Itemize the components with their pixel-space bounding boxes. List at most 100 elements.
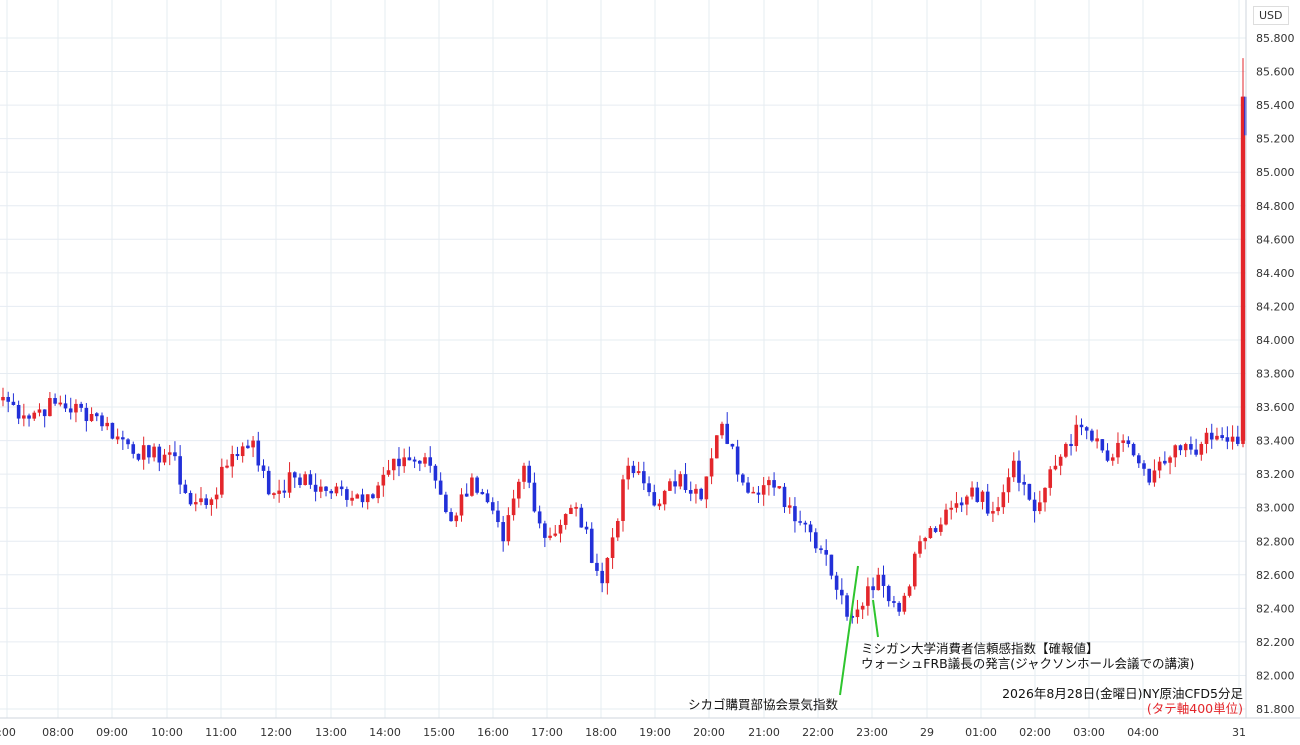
candle-body xyxy=(808,524,813,533)
candle-body xyxy=(141,445,146,460)
candle-body xyxy=(74,403,78,413)
candle-body xyxy=(714,435,719,459)
candle-body xyxy=(1173,445,1178,458)
y-tick-label: 81.800 xyxy=(1256,703,1295,716)
candle-body xyxy=(1074,424,1079,447)
annotation-michigan: ミシガン大学消費者信頼感指数【確報値】 xyxy=(861,641,1099,656)
candle-body xyxy=(1095,438,1099,442)
candle-body xyxy=(704,476,709,500)
y-tick-label: 85.600 xyxy=(1256,66,1295,79)
candle-body xyxy=(1043,487,1047,503)
candle-body xyxy=(1053,465,1058,470)
candle-body xyxy=(767,480,771,486)
candle-body xyxy=(824,550,828,555)
candle-body xyxy=(516,481,521,499)
candle-body xyxy=(699,488,703,500)
candle-body xyxy=(787,505,792,508)
candle-body xyxy=(595,562,599,571)
candle-body xyxy=(996,507,1000,512)
candle-body xyxy=(152,446,156,458)
y-tick-label: 83.400 xyxy=(1256,435,1295,448)
candle-body xyxy=(1199,443,1204,455)
candle-body xyxy=(855,609,860,618)
spike-candle-body xyxy=(1240,96,1246,441)
candle-body xyxy=(433,465,438,481)
candle-body xyxy=(1084,427,1089,431)
candle-body xyxy=(266,470,271,495)
candle-body xyxy=(407,457,412,461)
candle-body xyxy=(126,439,130,445)
candle-body xyxy=(1048,469,1053,488)
candle-body xyxy=(11,401,16,405)
candle-body xyxy=(730,443,735,447)
candle-body xyxy=(652,492,657,506)
candle-body xyxy=(803,522,808,525)
candle-body xyxy=(777,486,782,489)
candle-body xyxy=(991,511,995,514)
candle-body xyxy=(709,458,714,477)
x-tick-label: 17:00 xyxy=(531,726,563,739)
candle-body xyxy=(339,486,344,490)
x-axis: :00 08:00 09:00 10:00 11:00 12:00 13:00 14:00 15… xyxy=(0,717,1300,739)
candle-body xyxy=(610,537,615,558)
y-tick-label: 84.600 xyxy=(1256,233,1295,246)
candle-body xyxy=(511,498,516,516)
y-tick-label: 83.600 xyxy=(1256,401,1295,414)
candle-body xyxy=(1235,436,1240,444)
candle-body xyxy=(136,453,141,460)
candle-body xyxy=(235,454,240,457)
candle-body xyxy=(1069,443,1073,447)
candle-body xyxy=(438,480,443,495)
candle-body xyxy=(537,511,542,524)
candle-body xyxy=(459,494,464,516)
candle-body xyxy=(27,415,31,419)
candle-body xyxy=(933,528,938,532)
candle-body xyxy=(308,474,313,485)
candle-body xyxy=(970,487,974,497)
candle-body xyxy=(1131,443,1136,456)
candle-body xyxy=(866,586,870,606)
candle-body xyxy=(1209,432,1214,440)
candle-body xyxy=(1100,439,1105,451)
candle-body xyxy=(1116,442,1120,458)
candle-body xyxy=(345,489,349,500)
candle-body xyxy=(1079,424,1084,428)
candle-body xyxy=(183,484,188,493)
y-tick-label: 85.200 xyxy=(1256,133,1295,146)
candle-body xyxy=(662,490,667,505)
candle-body xyxy=(162,454,167,463)
candle-body xyxy=(1163,460,1167,464)
x-tick-label: 23:00 xyxy=(856,726,888,739)
candle-body xyxy=(928,528,933,539)
y-tick-label: 83.000 xyxy=(1256,502,1295,515)
candle-body xyxy=(574,506,578,509)
candle-body xyxy=(1032,499,1037,512)
candle-body xyxy=(1058,456,1063,466)
candle-body xyxy=(402,457,406,467)
candle-body xyxy=(897,602,901,612)
candle-body xyxy=(1157,461,1162,471)
candle-body xyxy=(496,510,500,523)
candle-body xyxy=(683,474,688,491)
x-tick-label: 12:00 xyxy=(260,726,292,739)
candle-body xyxy=(782,486,787,508)
candle-body xyxy=(798,521,802,523)
candle-body xyxy=(876,574,881,591)
y-tick-label: 84.200 xyxy=(1256,300,1295,313)
candle-body xyxy=(115,436,120,440)
candle-body xyxy=(490,502,495,511)
candle-body xyxy=(32,412,37,419)
candle-body xyxy=(230,454,235,467)
x-tick-label: 11:00 xyxy=(205,726,237,739)
candle-body xyxy=(444,494,448,513)
candle-body xyxy=(147,445,151,458)
candle-body xyxy=(694,488,698,494)
candle-body xyxy=(631,465,636,474)
candle-body xyxy=(240,446,245,457)
candle-body xyxy=(548,535,552,538)
candle-body xyxy=(376,485,380,499)
candle-body xyxy=(397,458,401,467)
candle-body xyxy=(287,472,292,493)
candle-body xyxy=(89,413,94,422)
candle-body xyxy=(959,502,964,506)
